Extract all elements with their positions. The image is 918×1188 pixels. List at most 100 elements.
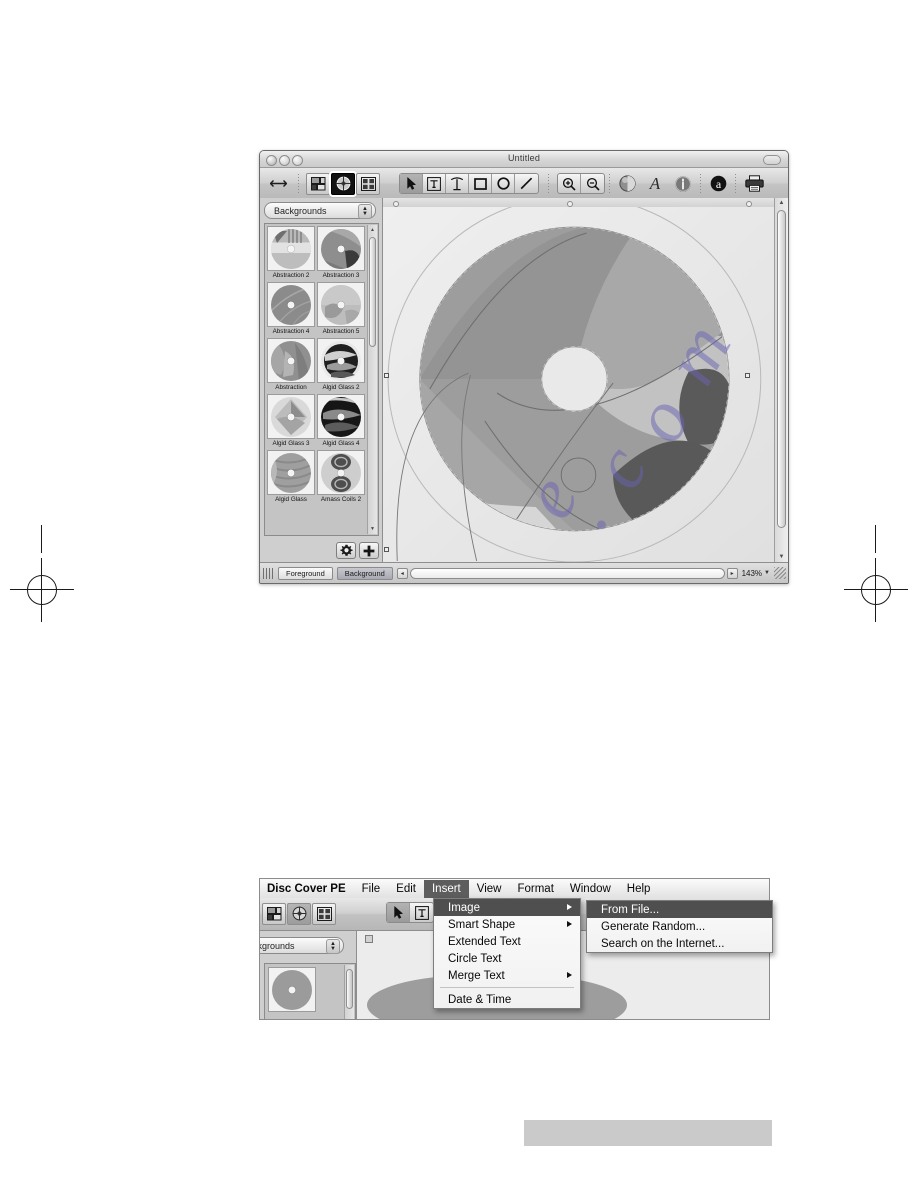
template-thumbnail-image[interactable] [317, 338, 365, 383]
selection-handle[interactable] [384, 373, 389, 378]
circle-text-tool[interactable] [446, 174, 469, 193]
menu-item-date-time[interactable]: Date & Time [434, 991, 580, 1008]
menu-item-label: Date & Time [448, 993, 512, 1006]
background-scrollbar-thumb[interactable] [346, 969, 353, 1009]
canvas-scroll-up-icon[interactable]: ▲ [777, 198, 786, 208]
template-thumbnail[interactable]: Algid Glass 3 [267, 394, 315, 448]
menubar-item-window[interactable]: Window [562, 880, 619, 898]
template-thumbnail[interactable]: Algid Glass [267, 450, 315, 504]
template-thumbnail[interactable]: Algid Glass 2 [317, 338, 365, 392]
pane-grip-icon[interactable] [263, 567, 274, 579]
template-thumbnail[interactable]: Abstraction [267, 338, 315, 392]
menu-item-circle-text[interactable]: Circle Text [434, 950, 580, 967]
category-popup[interactable]: Backgrounds ▲ ▼ [264, 202, 376, 219]
canvas-vertical-scrollbar[interactable]: ▲ ▼ [774, 198, 788, 562]
template-thumbnail[interactable]: Abstraction 4 [267, 282, 315, 336]
background-thumbnail-pane[interactable] [264, 963, 356, 1019]
canvas-panel: m o c . e ▲ ▼ [383, 198, 788, 562]
view-mode-layout[interactable] [262, 902, 286, 925]
toolbar-toggle-button[interactable] [763, 155, 781, 165]
disc-artwork[interactable]: m o c . e [383, 207, 775, 562]
menubar-item-edit[interactable]: Edit [388, 880, 424, 898]
smart-text-button[interactable]: a [707, 173, 729, 194]
title-bar[interactable]: Untitled [260, 151, 788, 168]
sidebar-scrollbar[interactable]: ▲ ▼ [367, 225, 377, 534]
template-thumbnail-pane[interactable]: Abstraction 2 Abstraction 3 Abstraction 4 A… [264, 223, 379, 536]
template-thumbnail[interactable]: Abstraction 2 [267, 226, 315, 280]
template-thumbnail-image[interactable] [267, 282, 315, 327]
line-tool[interactable] [515, 174, 538, 193]
menubar-item-disc-cover-pe[interactable]: Disc Cover PE [260, 880, 354, 898]
template-thumbnail-image[interactable] [317, 282, 365, 327]
view-mode-disc[interactable] [331, 172, 355, 195]
text-tool[interactable] [423, 174, 446, 193]
template-thumbnail-image[interactable] [267, 226, 315, 271]
menubar-item-insert[interactable]: Insert [423, 879, 469, 898]
menu-item-label: Extended Text [448, 935, 521, 948]
zoom-slider-track[interactable] [409, 567, 725, 579]
zoom-out-tool[interactable] [581, 174, 604, 193]
background-sidebar-scrollbar[interactable] [344, 965, 354, 1019]
template-thumbnail-image[interactable] [317, 450, 365, 495]
menu-item-image[interactable]: Image [434, 899, 580, 916]
arrow-tool[interactable] [387, 903, 410, 922]
selection-handle[interactable] [745, 373, 750, 378]
menubar-item-file[interactable]: File [354, 880, 389, 898]
menu-item-merge-text[interactable]: Merge Text [434, 967, 580, 984]
menu-item-smart-shape[interactable]: Smart Shape [434, 916, 580, 933]
template-thumbnail-image[interactable] [267, 394, 315, 439]
menu-item-extended-text[interactable]: Extended Text [434, 933, 580, 950]
disc-preview [271, 340, 311, 381]
template-thumbnail-image[interactable] [317, 226, 365, 271]
resize-icon[interactable] [266, 173, 290, 194]
menu-item-generate-random[interactable]: Generate Random... [587, 918, 772, 935]
add-button[interactable] [359, 542, 379, 559]
window-resize-grip-icon[interactable] [774, 567, 786, 579]
print-button[interactable] [742, 173, 766, 194]
layer-tab-foreground[interactable]: Foreground [278, 566, 333, 580]
view-mode-layout[interactable] [306, 172, 330, 195]
scroll-up-arrow-icon[interactable]: ▲ [369, 226, 376, 234]
background-category-popup[interactable]: Backgrounds ▲▼ [260, 937, 344, 954]
zoom-increase-button[interactable]: ▸ [726, 567, 738, 579]
view-mode-grid[interactable] [312, 902, 336, 925]
colors-button[interactable] [616, 173, 638, 194]
info-button[interactable] [672, 173, 694, 194]
template-thumbnail[interactable]: Abstraction 3 [317, 226, 365, 280]
rectangle-tool[interactable] [469, 174, 492, 193]
menubar-item-format[interactable]: Format [509, 880, 561, 898]
template-thumbnail[interactable]: Algid Glass 4 [317, 394, 365, 448]
view-mode-disc[interactable] [287, 902, 311, 925]
zoom-slider[interactable]: ◂ ▸ [396, 567, 738, 579]
template-thumbnail[interactable]: Abstraction 5 [317, 282, 365, 336]
sidebar-scrollbar-thumb[interactable] [369, 237, 376, 347]
template-thumbnail-image[interactable] [267, 450, 315, 495]
template-thumbnail-label: Algid Glass 4 [322, 440, 360, 447]
disc-canvas[interactable]: m o c . e [383, 207, 775, 562]
template-thumbnail-image[interactable] [317, 394, 365, 439]
menu-item-from-file[interactable]: From File... [587, 901, 772, 918]
fonts-button[interactable]: A [644, 173, 666, 194]
disc-preview [271, 284, 311, 325]
text-tool[interactable] [410, 903, 433, 922]
scroll-down-arrow-icon[interactable]: ▼ [369, 525, 376, 533]
layer-tab-background[interactable]: Background [336, 566, 393, 580]
selection-handle[interactable] [365, 935, 373, 943]
view-mode-grid[interactable] [356, 172, 380, 195]
zoom-in-tool[interactable] [558, 174, 581, 193]
ellipse-tool[interactable] [492, 174, 515, 193]
background-thumbnail[interactable] [268, 967, 316, 1012]
menubar-item-help[interactable]: Help [619, 880, 659, 898]
template-thumbnail[interactable]: Amass Coils 2 [317, 450, 365, 504]
arrow-tool[interactable] [400, 174, 423, 193]
menubar-item-view[interactable]: View [469, 880, 510, 898]
canvas-scrollbar-thumb[interactable] [777, 210, 786, 528]
zoom-dropdown-caret-icon[interactable]: ▼ [764, 570, 770, 576]
selection-handle[interactable] [384, 547, 389, 552]
rectangle-tool-icon [473, 177, 487, 190]
settings-gear-button[interactable] [336, 542, 356, 559]
menu-item-search-on-the-internet[interactable]: Search on the Internet... [587, 935, 772, 952]
zoom-decrease-button[interactable]: ◂ [396, 567, 408, 579]
template-thumbnail-image[interactable] [267, 338, 315, 383]
canvas-scroll-down-icon[interactable]: ▼ [777, 552, 786, 562]
